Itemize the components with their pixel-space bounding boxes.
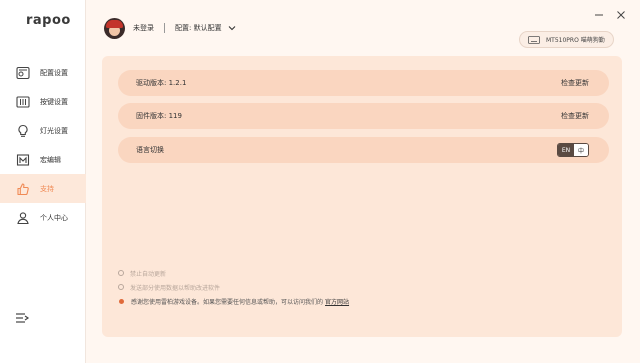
header-divider xyxy=(164,23,165,33)
sidebar-item-label: 个人中心 xyxy=(40,213,68,222)
sidebar-item-label: 按键设置 xyxy=(40,97,68,106)
sidebar-item-label: 配置设置 xyxy=(40,68,68,77)
language-row: 语言切换 EN 中 xyxy=(118,137,609,163)
sidebar-item-profile[interactable]: 个人中心 xyxy=(0,203,86,232)
thanks-text: 感谢您使用雷柏游戏设备。如果您需要任何信息或帮助，可以访问我们的 xyxy=(131,298,324,306)
sidebar-item-macro[interactable]: 宏编辑 xyxy=(0,145,86,174)
option-label: 禁止自动更新 xyxy=(130,270,167,278)
sidebar-item-label: 支持 xyxy=(40,184,54,193)
device-selector[interactable]: MT510PRO 喵萌狗勤 xyxy=(519,31,614,48)
driver-check-update-button[interactable]: 检查更新 xyxy=(561,78,589,88)
sidebar-item-support[interactable]: 支持 xyxy=(0,174,86,203)
close-icon[interactable] xyxy=(616,10,626,20)
info-dot-icon xyxy=(119,298,124,304)
language-label: 语言切换 xyxy=(136,146,164,154)
avatar[interactable] xyxy=(104,17,125,39)
sidebar-item-config[interactable]: 配置设置 xyxy=(0,58,86,87)
thanks-note: 感谢您使用雷柏游戏设备。如果您需要任何信息或帮助，可以访问我们的 官方网站 xyxy=(118,294,349,308)
support-options: 禁止自动更新 发送部分使用数据以帮助改进软件 感谢您使用雷柏游戏设备。如果您需要… xyxy=(118,266,349,308)
device-name: MT510PRO 喵萌狗勤 xyxy=(546,37,605,44)
send-usage-data-option[interactable]: 发送部分使用数据以帮助改进软件 xyxy=(118,280,349,294)
sidebar-item-keys[interactable]: 按键设置 xyxy=(0,87,86,116)
user-name[interactable]: 未登录 xyxy=(133,23,154,33)
language-zh-option[interactable]: 中 xyxy=(574,144,588,156)
option-label: 发送部分使用数据以帮助改进软件 xyxy=(130,284,221,292)
language-toggle[interactable]: EN 中 xyxy=(557,143,589,157)
disable-auto-update-option[interactable]: 禁止自动更新 xyxy=(118,266,349,280)
driver-version-label: 驱动版本: 1.2.1 xyxy=(136,79,187,87)
macro-icon xyxy=(16,153,30,167)
menu-collapse-icon[interactable] xyxy=(14,310,30,326)
minimize-icon[interactable] xyxy=(594,10,604,20)
sidebar-item-label: 宏编辑 xyxy=(40,155,61,164)
sidebar-item-label: 灯光设置 xyxy=(40,126,68,135)
driver-version-row: 驱动版本: 1.2.1 检查更新 xyxy=(118,70,609,96)
sidebar-item-lighting[interactable]: 灯光设置 xyxy=(0,116,86,145)
sidebar: rapoo 配置设置 按键设置 灯光设置 宏编辑 支持 个人中心 xyxy=(0,0,86,363)
support-panel: 驱动版本: 1.2.1 检查更新 固件版本: 119 检查更新 语言切换 EN … xyxy=(102,56,622,337)
user-icon xyxy=(16,211,30,225)
firmware-version-label: 固件版本: 119 xyxy=(136,112,182,120)
radio-button[interactable] xyxy=(118,270,124,276)
keyboard-icon xyxy=(528,35,540,44)
language-en-option[interactable]: EN xyxy=(558,144,574,156)
config-icon xyxy=(16,66,30,80)
top-header: 未登录 配置: 默认配置 xyxy=(104,17,236,39)
radio-button[interactable] xyxy=(118,284,124,290)
keys-icon xyxy=(16,95,30,109)
firmware-check-update-button[interactable]: 检查更新 xyxy=(561,111,589,121)
config-selector-label[interactable]: 配置: 默认配置 xyxy=(175,23,222,33)
bulb-icon xyxy=(16,124,30,138)
thumbs-up-icon xyxy=(16,182,30,196)
official-site-link[interactable]: 官方网站 xyxy=(325,297,349,306)
firmware-version-row: 固件版本: 119 检查更新 xyxy=(118,103,609,129)
sidebar-nav: 配置设置 按键设置 灯光设置 宏编辑 支持 个人中心 xyxy=(0,58,86,232)
chevron-down-icon[interactable] xyxy=(228,24,236,32)
app-logo: rapoo xyxy=(26,13,71,28)
